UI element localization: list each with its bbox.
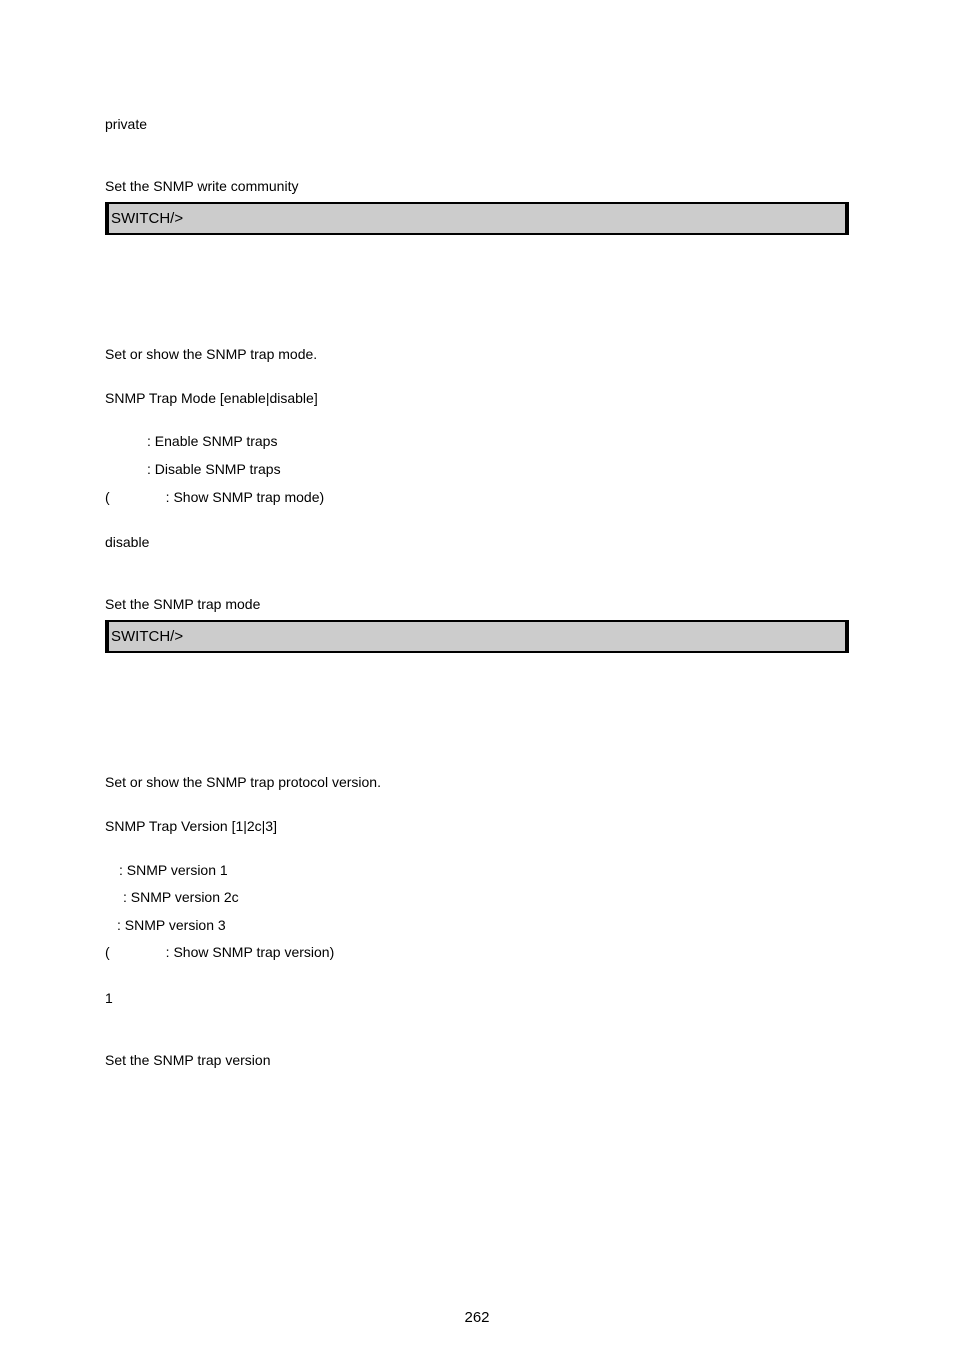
description-2: Set or show the SNMP trap mode.	[105, 345, 849, 365]
code-box-2: SWITCH/>	[105, 620, 849, 653]
param-v1: : SNMP version 1	[119, 861, 849, 881]
param-default-row-3: ( : Show SNMP trap version)	[105, 943, 849, 963]
default-value-2: disable	[105, 533, 849, 553]
page-content: private Set the SNMP write community SWI…	[0, 0, 954, 1070]
param-default-2: : Show SNMP trap mode)	[166, 489, 324, 505]
example-label-2: Set the SNMP trap mode	[105, 595, 849, 615]
prompt-2: SWITCH/>	[111, 628, 183, 645]
param-disable: : Disable SNMP traps	[147, 460, 849, 480]
paren-open-2: (	[105, 489, 110, 505]
description-3: Set or show the SNMP trap protocol versi…	[105, 773, 849, 793]
param-default-row-2: ( : Show SNMP trap mode)	[105, 488, 849, 508]
syntax-2: SNMP Trap Mode [enable|disable]	[105, 389, 849, 409]
param-v3: : SNMP version 3	[117, 916, 849, 936]
prompt-1: SWITCH/>	[111, 210, 183, 227]
example-label-3: Set the SNMP trap version	[105, 1051, 849, 1071]
syntax-3: SNMP Trap Version [1|2c|3]	[105, 817, 849, 837]
param-enable: : Enable SNMP traps	[147, 432, 849, 452]
paren-open-3: (	[105, 944, 110, 960]
default-value-3: 1	[105, 989, 849, 1009]
default-value-1: private	[105, 115, 849, 135]
example-label-1: Set the SNMP write community	[105, 177, 849, 197]
param-v2c: : SNMP version 2c	[123, 888, 849, 908]
code-box-1: SWITCH/>	[105, 202, 849, 235]
param-default-3: : Show SNMP trap version)	[166, 944, 335, 960]
page-number: 262	[0, 1307, 954, 1328]
